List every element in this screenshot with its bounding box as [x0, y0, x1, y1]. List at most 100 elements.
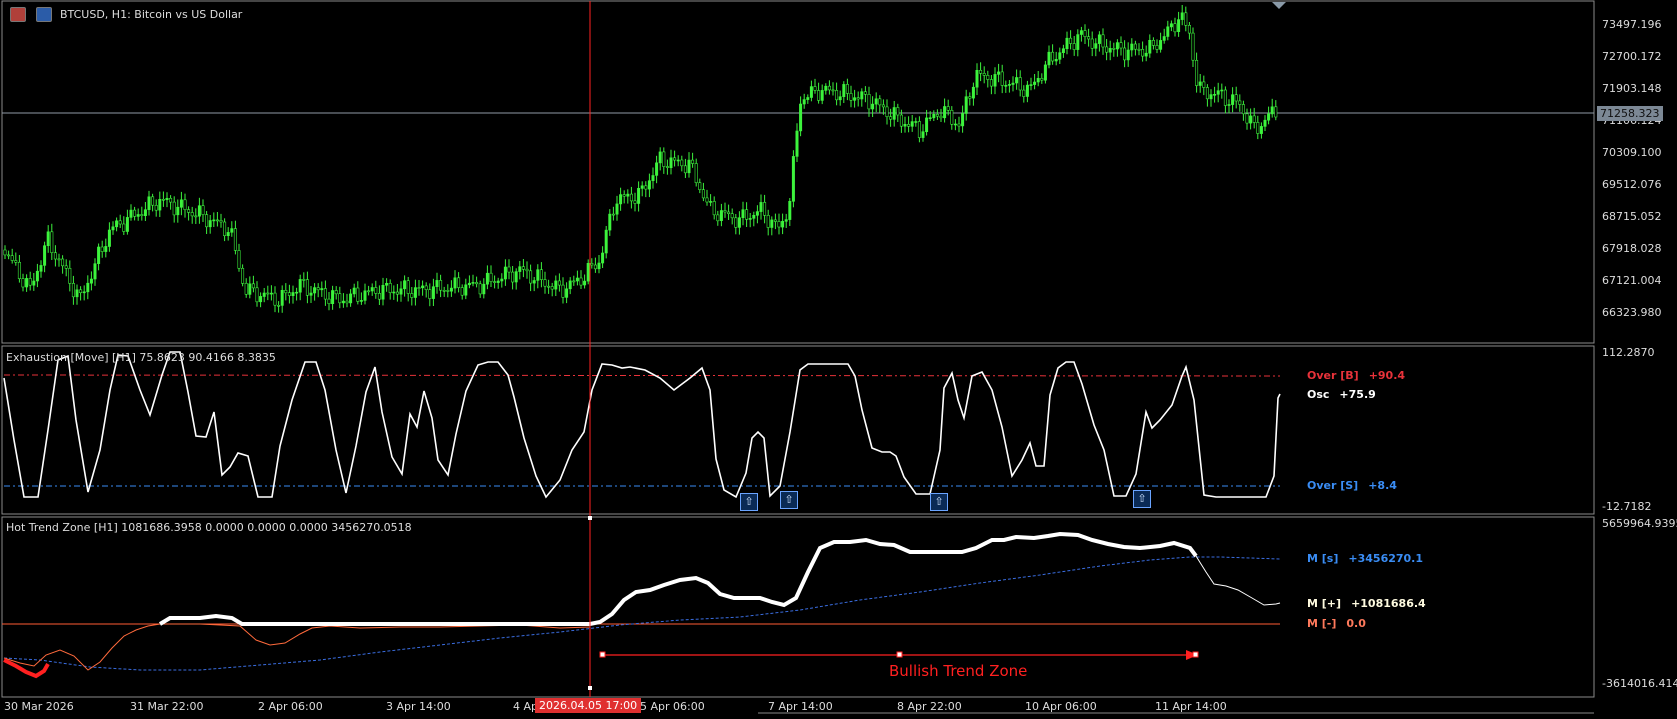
- candle-body: [406, 280, 410, 294]
- candle-body: [982, 73, 986, 76]
- candle-body: [809, 86, 813, 98]
- candle-body: [82, 291, 86, 294]
- candle-body: [1213, 94, 1217, 96]
- legend-label: Over [B]: [1307, 369, 1359, 382]
- candle-body: [507, 266, 511, 273]
- time-tick-label: 31 Mar 22:00: [130, 700, 204, 713]
- candle-body: [269, 292, 273, 295]
- candle-body: [910, 121, 914, 127]
- candle-body: [3, 249, 7, 256]
- candle-body: [554, 280, 558, 290]
- one-click-trading-icon[interactable]: [10, 7, 26, 22]
- candle-body: [817, 90, 821, 101]
- candle-body: [1234, 94, 1238, 102]
- candle-body: [615, 203, 619, 215]
- time-tick-label: 5 Apr 06:00: [640, 700, 705, 713]
- up-arrow-icon[interactable]: ⇧: [930, 493, 948, 511]
- candle-body: [190, 212, 194, 217]
- candle-body: [1216, 90, 1220, 95]
- candle-body: [1040, 78, 1044, 81]
- candle-body: [658, 151, 662, 164]
- candle-body: [1177, 19, 1181, 33]
- candle-body: [21, 278, 25, 288]
- candle-body: [655, 162, 659, 176]
- candle-body: [680, 159, 684, 167]
- candle-body: [338, 293, 342, 304]
- candle-body: [957, 123, 961, 127]
- candle-body: [1141, 48, 1145, 57]
- candle-body: [158, 199, 162, 211]
- zone-mid-point[interactable]: [896, 651, 903, 658]
- time-tick-label: 3 Apr 14:00: [386, 700, 451, 713]
- candle-body: [266, 292, 270, 295]
- candle-body: [39, 265, 43, 272]
- legend-value: +90.4: [1368, 369, 1406, 382]
- up-arrow-icon[interactable]: ⇧: [780, 491, 798, 509]
- legend-over-s: Over [S] +8.4: [1307, 479, 1397, 492]
- candle-body: [629, 193, 633, 202]
- price-tick-label: 71903.148: [1602, 82, 1662, 95]
- candle-body: [399, 288, 403, 295]
- candle-body: [1209, 94, 1213, 100]
- candle-body: [716, 214, 720, 222]
- oscillator-line: [3, 351, 1281, 499]
- candle-body: [1101, 34, 1105, 48]
- candle-body: [147, 196, 151, 211]
- candle-body: [370, 287, 374, 292]
- candle-body: [539, 269, 543, 280]
- candle-body: [1227, 104, 1231, 106]
- candle-body: [313, 287, 317, 294]
- candle-body: [1249, 115, 1253, 124]
- candle-body: [871, 103, 875, 110]
- candle-body: [701, 189, 705, 199]
- candle-body: [1231, 94, 1235, 105]
- candle-body: [244, 282, 248, 295]
- candle-body: [813, 86, 817, 91]
- zone-end-point[interactable]: [1192, 651, 1199, 658]
- crosshair-handle-bottom[interactable]: [588, 686, 592, 690]
- candle-body: [824, 85, 828, 91]
- candle-body: [550, 286, 554, 290]
- zone-start-point[interactable]: [599, 651, 606, 658]
- time-tick-label: 10 Apr 06:00: [1025, 700, 1097, 713]
- candle-body: [608, 213, 612, 231]
- candle-body: [1112, 47, 1116, 50]
- candle-body: [939, 115, 943, 119]
- candle-body: [457, 277, 461, 288]
- candle-body: [46, 231, 50, 247]
- candle-body: [143, 209, 147, 216]
- candle-body: [309, 292, 313, 296]
- candle-body: [622, 194, 626, 197]
- candle-body: [806, 97, 810, 100]
- candle-body: [525, 268, 529, 272]
- candle-body: [305, 279, 309, 296]
- candle-body: [201, 205, 205, 215]
- candle-body: [1069, 37, 1073, 44]
- candle-body: [1205, 87, 1209, 100]
- candle-body: [356, 287, 360, 302]
- candle-body: [327, 298, 331, 305]
- candle-body: [1047, 51, 1051, 66]
- trend-axis-bottom: -3614016.414: [1602, 677, 1677, 690]
- crosshair-handle[interactable]: [588, 516, 592, 520]
- candle-body: [532, 280, 536, 284]
- legend-m-s: M [s] +3456270.1: [1307, 552, 1423, 565]
- candle-body: [881, 104, 885, 108]
- up-arrow-icon[interactable]: ⇧: [1133, 490, 1151, 508]
- candle-body: [777, 221, 781, 228]
- candle-body: [381, 284, 385, 300]
- depth-of-market-icon[interactable]: [36, 7, 52, 22]
- shift-marker-icon[interactable]: [1272, 2, 1286, 9]
- candle-body: [651, 175, 655, 181]
- price-tick-label: 69512.076: [1602, 178, 1662, 191]
- candle-body: [831, 89, 835, 92]
- candle-body: [568, 280, 572, 290]
- up-arrow-icon[interactable]: ⇧: [740, 493, 758, 511]
- candle-body: [316, 287, 320, 291]
- current-price-tag: 71258.323: [1597, 106, 1663, 121]
- candle-body: [50, 231, 54, 254]
- candle-body: [791, 156, 795, 202]
- candle-body: [644, 185, 648, 190]
- candle-body: [975, 70, 979, 88]
- candle-body: [485, 272, 489, 285]
